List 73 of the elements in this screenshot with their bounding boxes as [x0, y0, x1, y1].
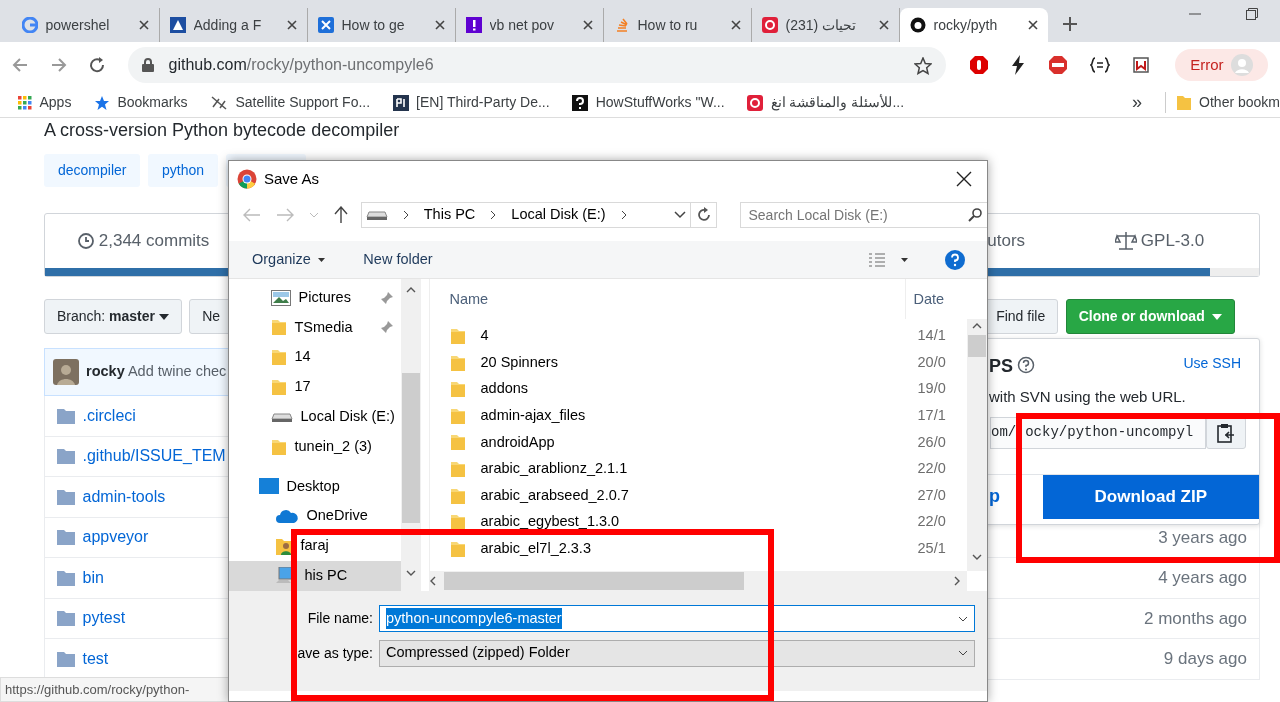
- bookmark-link[interactable]: Apps: [18, 92, 72, 113]
- file-name[interactable]: 4: [480, 325, 489, 347]
- nav-pane-item[interactable]: 17: [229, 372, 401, 402]
- more-bookmarks-button[interactable]: »: [1132, 89, 1143, 116]
- file-name[interactable]: androidApp: [480, 431, 555, 454]
- repo-stat-link[interactable]: 2,344 commits: [77, 228, 210, 254]
- file-date: 25/1: [917, 538, 947, 558]
- file-link[interactable]: pytest: [82, 606, 126, 631]
- file-date: 19/0: [917, 379, 947, 399]
- nav-pane-item[interactable]: OneDrive: [229, 501, 401, 532]
- file-link[interactable]: admin-tools: [82, 484, 166, 509]
- repo-stat-link[interactable]: GPL-3.0: [1115, 228, 1205, 254]
- file-name[interactable]: arabic_arabseed_2.0.7: [480, 484, 629, 507]
- bookmark-link[interactable]: Satellite Support Fo...: [209, 92, 371, 113]
- file-name-field[interactable]: python-uncompyle6-master: [379, 605, 975, 632]
- new-folder-button[interactable]: New folder: [362, 247, 434, 272]
- url-text: github.com/rocky/python-uncompyle6: [168, 55, 434, 75]
- file-link[interactable]: .circleci: [82, 403, 136, 428]
- file-date: 26/0: [917, 432, 947, 452]
- file-date: 22/0: [917, 512, 947, 532]
- clone-title: PS: [989, 355, 1013, 378]
- dialog-title: Save As: [264, 168, 320, 189]
- file-link[interactable]: .github/ISSUE_TEM: [82, 444, 226, 469]
- organize-button[interactable]: Organize: [251, 247, 327, 272]
- file-name[interactable]: admin-ajax_files: [480, 404, 586, 427]
- topic-tag[interactable]: decompiler: [44, 154, 141, 187]
- search-field[interactable]: Search Local Disk (E:): [739, 202, 987, 228]
- download-zip-button[interactable]: Download ZIP: [1042, 474, 1259, 519]
- column-header[interactable]: Date: [905, 279, 950, 319]
- address-bar[interactable]: github.com/rocky/python-uncompyle6: [127, 47, 947, 83]
- nav-pane-item[interactable]: tunein_2 (3): [229, 431, 401, 462]
- file-age: 9 days ago: [1163, 648, 1247, 670]
- bookmark-link[interactable]: للأسئلة والمناقشة انغ...: [747, 92, 905, 113]
- nav-pane-item[interactable]: faraj: [229, 531, 401, 561]
- file-age: 2 months ago: [1144, 607, 1247, 630]
- file-age: 3 years ago: [1158, 526, 1247, 549]
- file-date: 20/0: [917, 352, 947, 372]
- file-age: 4 years ago: [1158, 567, 1247, 589]
- field-label: File name:: [307, 610, 373, 626]
- file-date: 14/1: [917, 326, 947, 346]
- file-date: 17/1: [917, 405, 947, 425]
- branch-dropdown[interactable]: Branch: master: [44, 299, 182, 334]
- clone-hint: with SVN using the web URL.: [988, 387, 1187, 407]
- browser-tab[interactable]: rocky/pyth: [900, 8, 1048, 42]
- file-type-dropdown[interactable]: Compressed (zipped) Folder: [379, 639, 975, 667]
- bookmark-folder[interactable]: Other bookm: [1164, 92, 1280, 113]
- use-ssh-link[interactable]: Use SSH: [1183, 353, 1241, 380]
- nav-pane-item[interactable]: 14: [229, 342, 401, 373]
- file-date: 27/0: [917, 485, 947, 505]
- profile-button[interactable]: Error: [1175, 49, 1268, 81]
- field-label: ave as type:: [297, 644, 373, 661]
- bookmark-link[interactable]: Bookmarks: [93, 92, 188, 113]
- breadcrumb-item[interactable]: Local Disk (E:): [511, 204, 606, 226]
- commit-message: rocky Add twine chec: [86, 362, 227, 382]
- nav-pane-item[interactable]: Desktop: [229, 471, 401, 502]
- topic-tag[interactable]: python: [148, 154, 219, 187]
- bookmark-link[interactable]: HowStuffWorks "W...: [572, 92, 725, 113]
- file-link[interactable]: test: [82, 646, 109, 671]
- file-name[interactable]: addons: [480, 378, 529, 401]
- file-link[interactable]: bin: [82, 565, 104, 590]
- repo-stat-link[interactable]: utors: [987, 228, 1026, 254]
- nav-pane-item[interactable]: Local Disk (E:): [229, 401, 401, 432]
- file-name[interactable]: arabic_arablionz_2.1.1: [480, 458, 628, 480]
- nav-pane-item[interactable]: his PC: [229, 560, 401, 591]
- file-name[interactable]: 20 Spinners: [480, 351, 558, 374]
- bookmark-link[interactable]: [EN] Third-Party De...: [392, 92, 550, 113]
- repo-description: A cross-version Python bytecode decompiler: [44, 119, 400, 142]
- file-link[interactable]: appveyor: [82, 525, 149, 550]
- column-header[interactable]: Name: [429, 279, 906, 319]
- file-name[interactable]: arabic_el7l_2.3.3: [480, 537, 591, 560]
- breadcrumb-item[interactable]: This PC: [423, 204, 476, 226]
- file-name[interactable]: arabic_egybest_1.3.0: [480, 511, 620, 534]
- file-date: 22/0: [917, 459, 947, 479]
